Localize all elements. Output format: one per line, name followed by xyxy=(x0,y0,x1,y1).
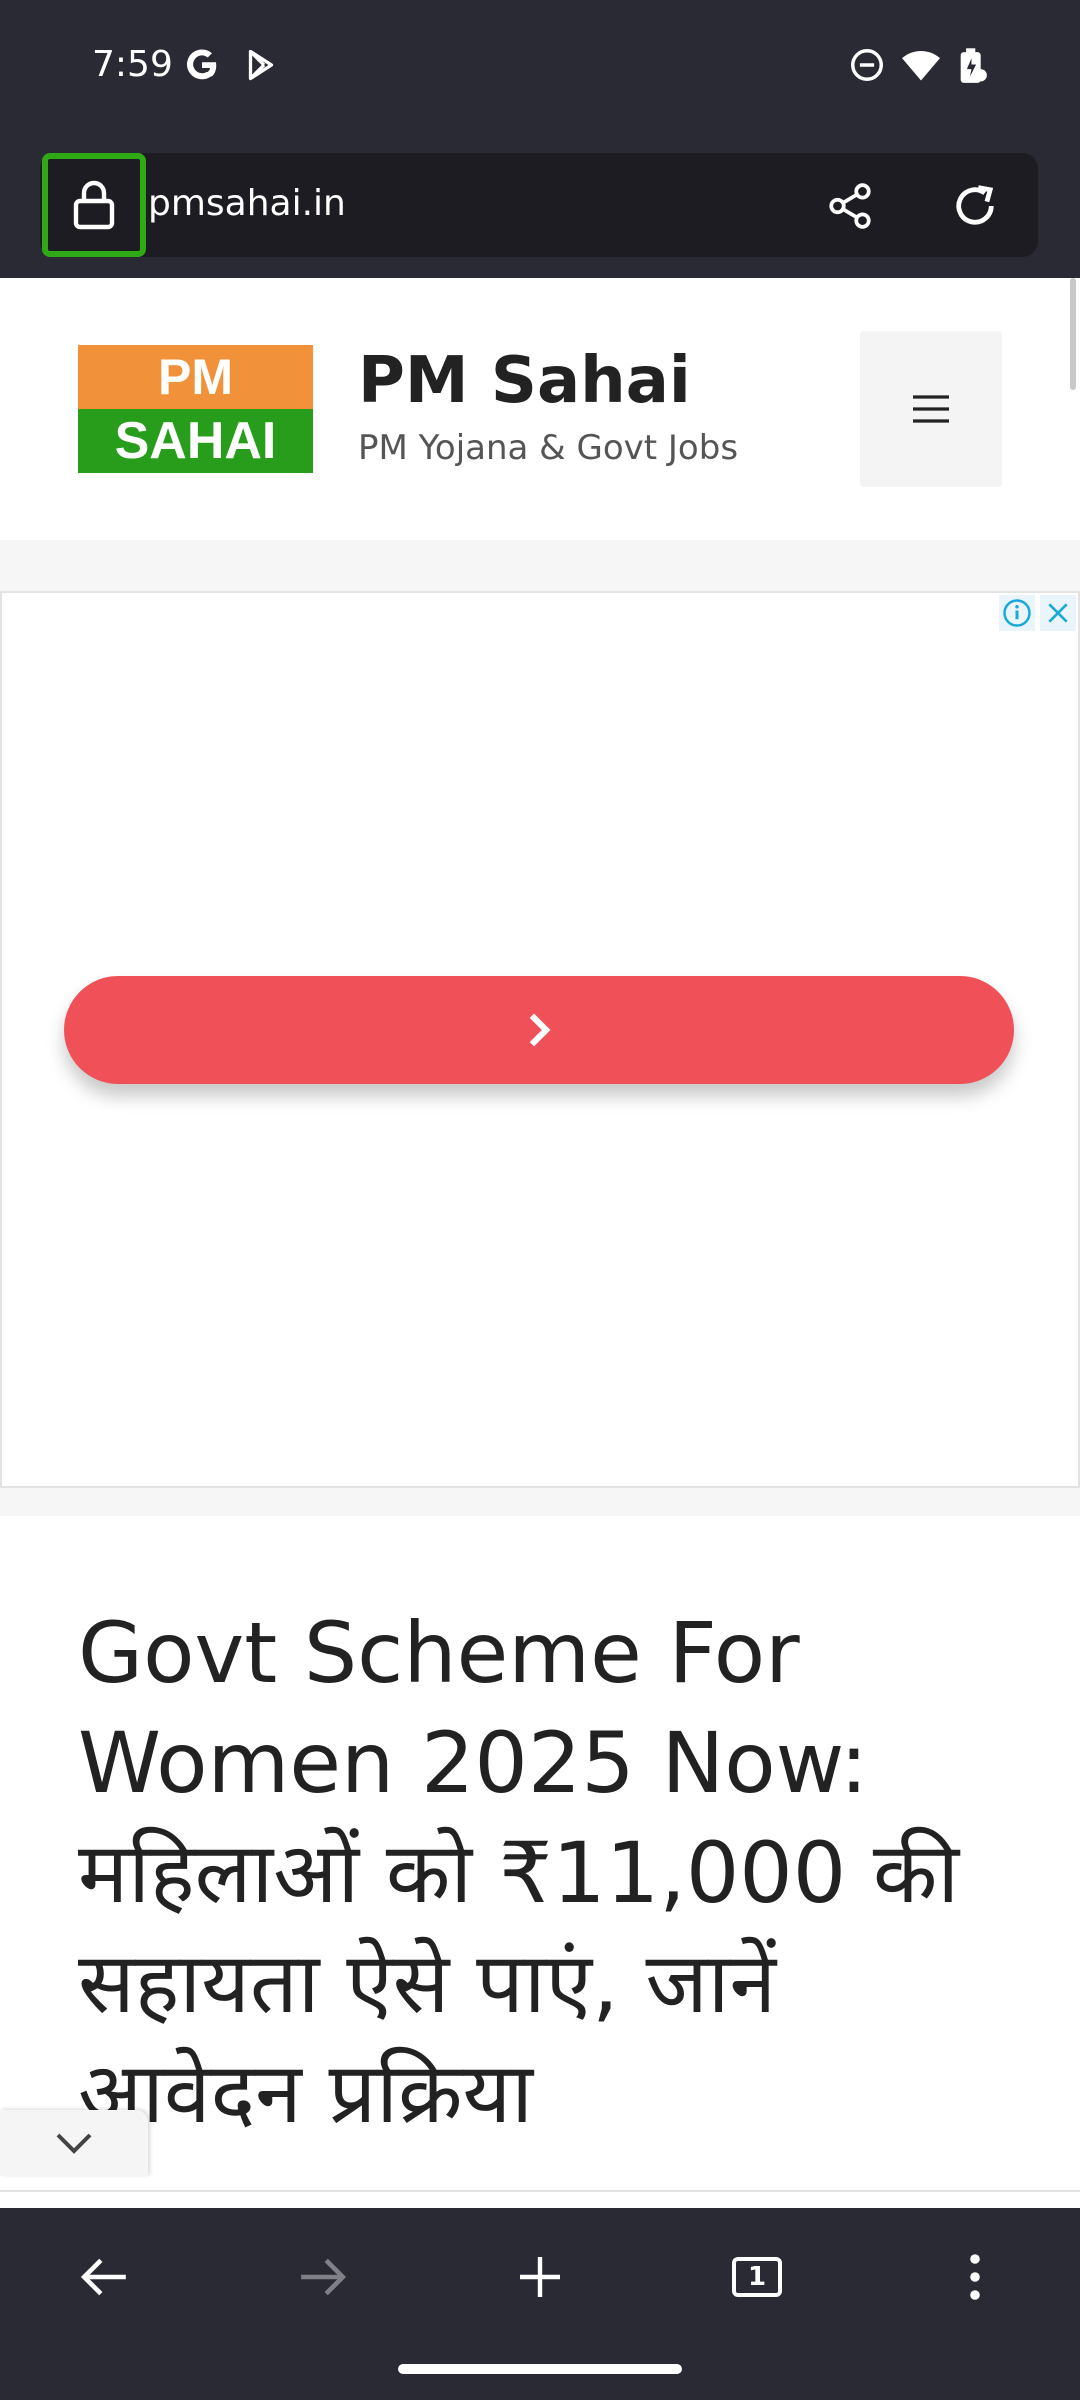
dnd-icon xyxy=(848,46,886,89)
url-text[interactable]: pmsahai.in xyxy=(148,183,346,224)
site-tagline: PM Yojana & Govt Jobs xyxy=(358,428,739,468)
back-icon[interactable] xyxy=(55,2232,155,2322)
article-title-line: महिलाओं को ₹11,000 की xyxy=(78,1824,960,1922)
logo-top-text: PM xyxy=(78,345,313,409)
site-logo[interactable]: PM SAHAI xyxy=(78,345,313,473)
article-title-line: Govt Scheme For xyxy=(78,1604,800,1702)
wifi-icon xyxy=(900,46,942,89)
more-icon[interactable] xyxy=(925,2232,1025,2322)
site-title[interactable]: PM Sahai xyxy=(358,344,691,418)
article-title[interactable]: Govt Scheme For Women 2025 Now: महिलाओं … xyxy=(78,1598,1038,2148)
ad-info-icon[interactable] xyxy=(999,595,1035,631)
article-title-line: Women 2025 Now: xyxy=(78,1714,869,1812)
logo-bottom-text: SAHAI xyxy=(78,409,313,473)
article-title-line: सहायता ऐसे पाएं, जानें xyxy=(78,1934,777,2032)
status-time: 7:59 xyxy=(92,44,173,85)
lock-icon[interactable] xyxy=(50,161,138,249)
ad-cta-button[interactable] xyxy=(64,976,1014,1084)
page-scrollbar[interactable] xyxy=(1070,278,1076,390)
home-indicator[interactable] xyxy=(398,2364,682,2374)
status-bar: 7:59 xyxy=(0,0,1080,140)
reload-icon[interactable] xyxy=(935,170,1015,242)
tab-count: 1 xyxy=(732,2257,782,2297)
site-header: PM SAHAI PM Sahai PM Yojana & Govt Jobs xyxy=(0,278,1080,540)
share-icon[interactable] xyxy=(810,170,890,242)
chevron-right-icon xyxy=(529,1013,551,1047)
ad-close-icon[interactable] xyxy=(1040,595,1076,631)
forward-icon[interactable] xyxy=(272,2232,372,2322)
battery-charging-icon xyxy=(956,46,990,91)
bottom-ad-banner[interactable] xyxy=(0,2190,1080,2208)
hamburger-icon xyxy=(913,395,949,423)
google-icon xyxy=(183,46,221,89)
new-tab-icon[interactable] xyxy=(490,2232,590,2322)
article-title-line: आवेदन प्रक्रिया xyxy=(78,2044,534,2142)
chevron-down-icon xyxy=(56,2133,92,2154)
menu-button[interactable] xyxy=(860,331,1002,487)
collapse-ad-button[interactable] xyxy=(0,2110,148,2176)
tab-switcher-icon[interactable]: 1 xyxy=(707,2232,807,2322)
play-store-icon xyxy=(243,46,279,89)
